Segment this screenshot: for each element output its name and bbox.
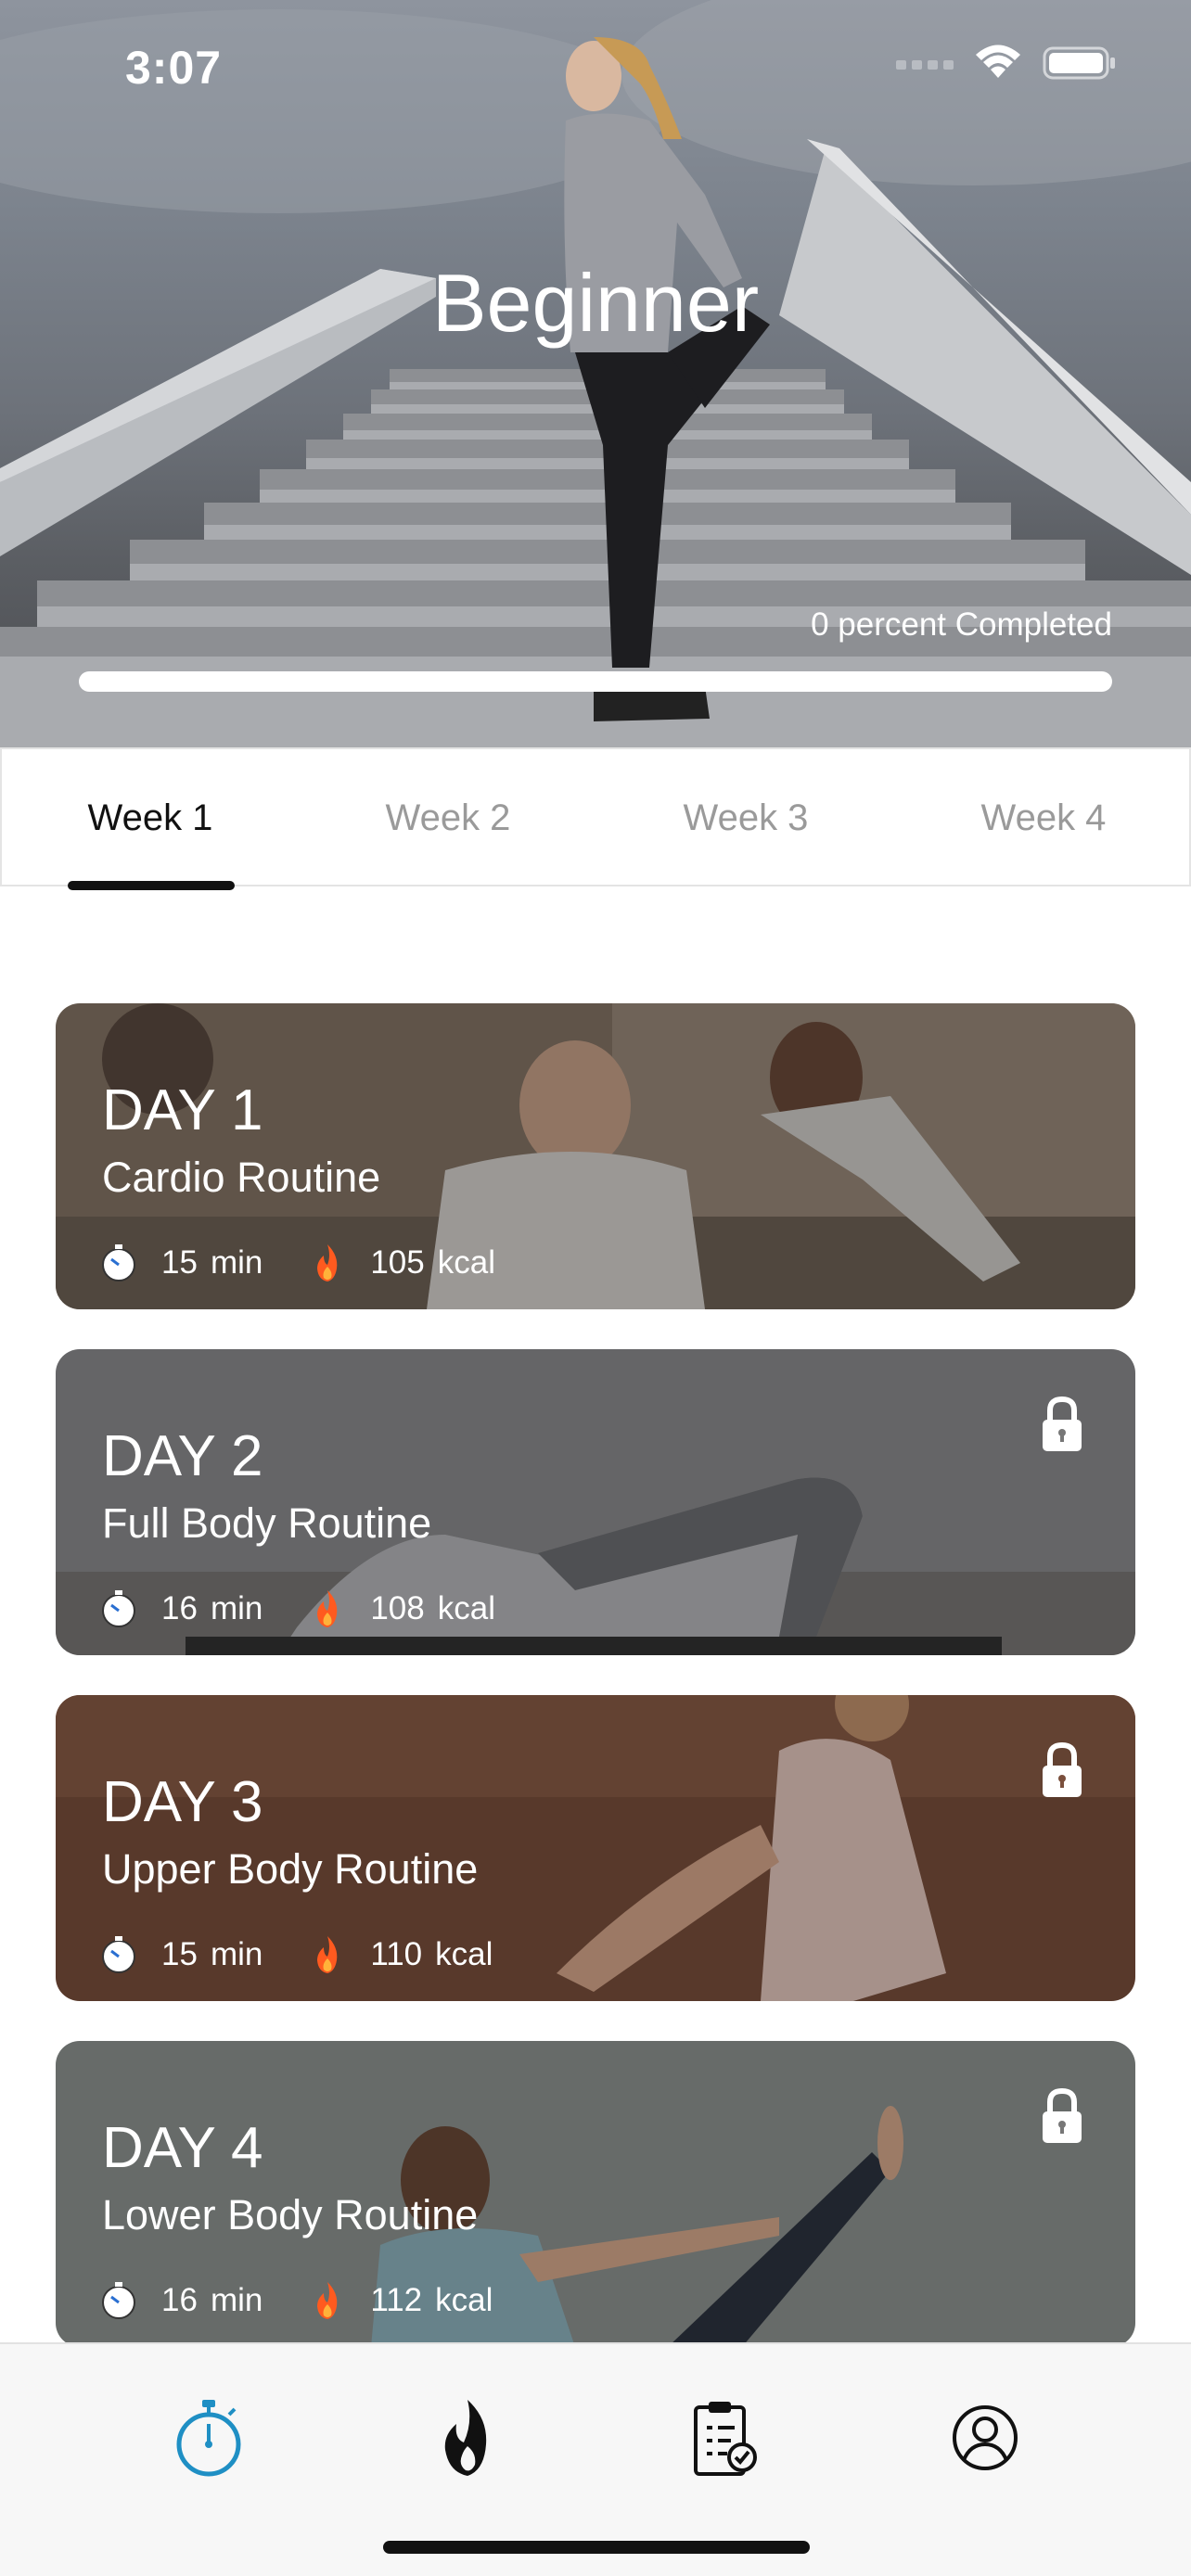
day-card-2[interactable]: DAY 2 Full Body Routine 16 min 108 kcal	[56, 1349, 1135, 1655]
stopwatch-icon[interactable]	[172, 2396, 246, 2480]
active-tab-indicator	[68, 881, 235, 890]
routine-name: Lower Body Routine	[102, 2191, 479, 2238]
routine-name: Cardio Routine	[102, 1154, 381, 1201]
status-bar-icons	[896, 45, 1117, 82]
duration-value: 16	[161, 2282, 198, 2318]
workout-meta: 16 min 112 kcal	[98, 2280, 493, 2321]
progress-label: 0 percent Completed	[811, 606, 1112, 643]
duration-unit: min	[210, 1936, 263, 1972]
stopwatch-icon	[102, 1590, 135, 1627]
duration-value: 15	[161, 1936, 198, 1972]
day-title: DAY 2	[102, 1424, 263, 1488]
day-card-4[interactable]: DAY 4 Lower Body Routine 16 min 112 kcal	[56, 2041, 1135, 2347]
workout-meta: 15 min 105 kcal	[98, 1243, 495, 1283]
calories-value: 105	[370, 1244, 425, 1281]
duration-unit: min	[210, 1590, 263, 1626]
page-title: Beginner	[431, 257, 760, 349]
hero-header: 3:07 Beginner 0 percent Completed	[0, 0, 1191, 747]
progress-bar	[79, 671, 1112, 692]
profile-icon[interactable]	[948, 2396, 1022, 2480]
flame-icon	[317, 2282, 338, 2319]
stopwatch-icon	[102, 2282, 135, 2319]
duration-unit: min	[210, 1244, 263, 1281]
stopwatch-icon	[102, 1244, 135, 1282]
stopwatch-icon	[102, 1936, 135, 1973]
calories-unit: kcal	[435, 2282, 493, 2318]
workout-meta: 15 min 110 kcal	[98, 1934, 493, 1975]
flame-icon	[317, 1936, 338, 1973]
calories-value: 112	[370, 2282, 423, 2318]
flame-icon	[317, 1590, 338, 1627]
clipboard-check-icon[interactable]	[686, 2396, 761, 2480]
status-bar-time: 3:07	[125, 42, 223, 94]
duration-value: 16	[161, 1590, 198, 1626]
lock-icon	[1043, 2087, 1082, 2143]
duration-unit: min	[210, 2282, 263, 2318]
flame-icon	[317, 1244, 338, 1282]
day-title: DAY 1	[102, 1078, 263, 1142]
tab-week-4[interactable]: Week 4	[951, 797, 1136, 839]
calories-unit: kcal	[437, 1244, 495, 1281]
cellular-signal-icon	[896, 60, 954, 70]
day-card-3[interactable]: DAY 3 Upper Body Routine 15 min 110 kcal	[56, 1695, 1135, 2001]
home-indicator	[383, 2541, 810, 2554]
day-card-1[interactable]: DAY 1 Cardio Routine 15 min 105 kcal	[56, 1003, 1135, 1309]
routine-name: Upper Body Routine	[102, 1845, 479, 1893]
battery-icon	[1043, 46, 1115, 80]
lock-icon	[1043, 1396, 1082, 1451]
day-title: DAY 4	[102, 2116, 263, 2180]
lock-icon	[1043, 1741, 1082, 1797]
flame-icon[interactable]	[430, 2396, 505, 2480]
calories-value: 108	[370, 1590, 425, 1626]
duration-value: 15	[161, 1244, 198, 1281]
workout-meta: 16 min 108 kcal	[98, 1588, 495, 1629]
week-tabs: Week 1 Week 2 Week 3 Week 4	[0, 747, 1191, 890]
tab-week-2[interactable]: Week 2	[355, 797, 541, 839]
tab-week-3[interactable]: Week 3	[653, 797, 839, 839]
day-title: DAY 3	[102, 1770, 263, 1834]
tab-week-1[interactable]: Week 1	[58, 797, 243, 839]
calories-unit: kcal	[435, 1936, 493, 1972]
routine-name: Full Body Routine	[102, 1499, 432, 1547]
wifi-icon	[976, 45, 1020, 78]
calories-value: 110	[370, 1936, 423, 1972]
calories-unit: kcal	[437, 1590, 495, 1626]
